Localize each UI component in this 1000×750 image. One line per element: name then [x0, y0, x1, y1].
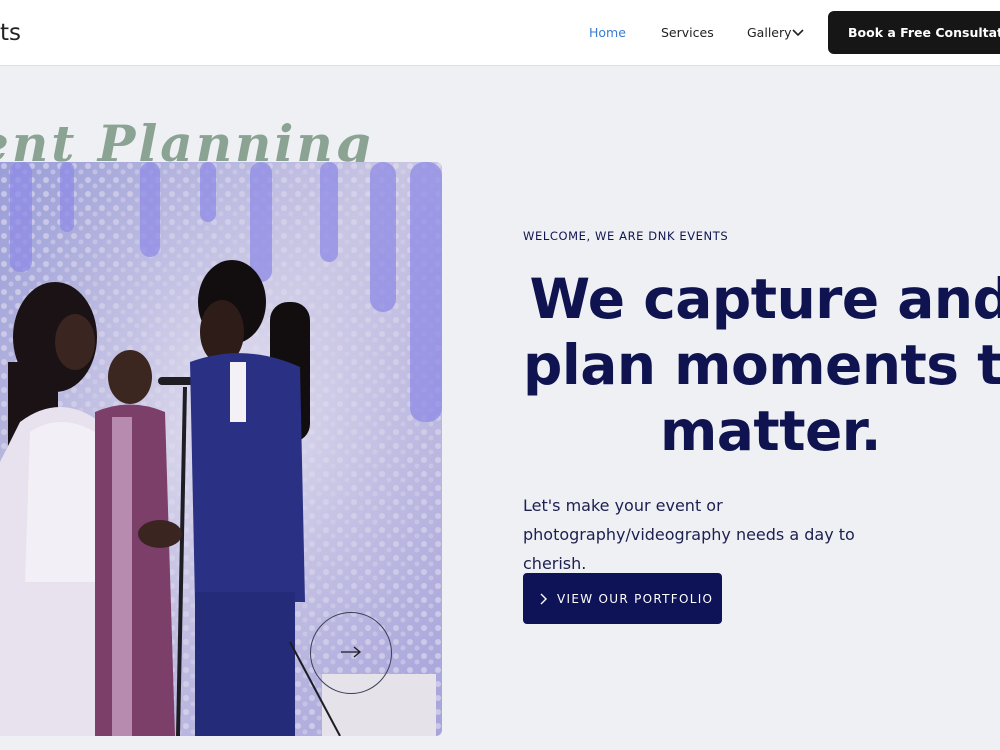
chevron-down-icon[interactable] — [790, 25, 806, 39]
slider-next-button[interactable] — [310, 612, 392, 694]
view-portfolio-label: VIEW OUR PORTFOLIO — [557, 591, 714, 606]
headline-line-2: plan moments that — [523, 333, 1000, 397]
headline-line-3: matter. — [660, 399, 882, 463]
hero-subtext: Let's make your event or photography/vid… — [523, 496, 855, 573]
site-header: ts Home Services Gallery Book a Free Con… — [0, 0, 1000, 66]
nav-gallery[interactable]: Gallery — [747, 25, 792, 40]
site-logo[interactable]: ts — [0, 20, 21, 46]
chevron-right-icon — [539, 593, 547, 605]
book-consultation-button[interactable]: Book a Free Consultation — [828, 11, 1000, 54]
arrow-right-icon — [339, 644, 363, 663]
nav-home[interactable]: Home — [589, 25, 626, 40]
headline-line-1: We capture and — [529, 267, 1000, 331]
nav-services[interactable]: Services — [661, 25, 714, 40]
page: ts Home Services Gallery Book a Free Con… — [0, 0, 1000, 750]
hero-headline: We capture and plan moments that matter. — [523, 266, 1000, 464]
view-portfolio-button[interactable]: VIEW OUR PORTFOLIO — [523, 573, 722, 624]
hero-eyebrow: WELCOME, WE ARE DNK EVENTS — [523, 229, 729, 243]
